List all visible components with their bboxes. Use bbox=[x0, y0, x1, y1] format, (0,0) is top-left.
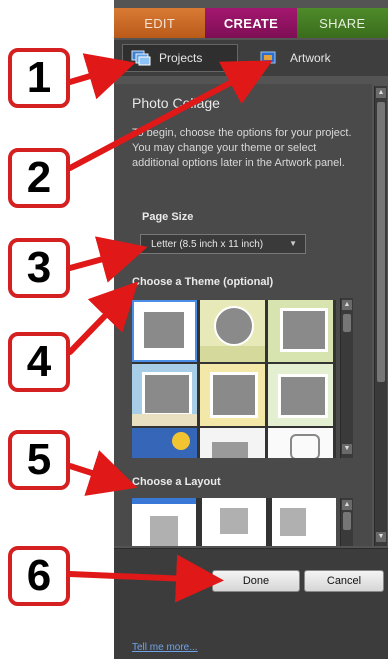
theme-grid bbox=[132, 300, 336, 458]
theme-label: Choose a Theme (optional) bbox=[132, 276, 274, 288]
intro-text: To begin, choose the options for your pr… bbox=[132, 127, 352, 169]
scroll-thumb[interactable] bbox=[343, 314, 351, 332]
tab-create[interactable]: CREATE bbox=[205, 8, 297, 38]
tab-edit[interactable]: EDIT bbox=[114, 8, 206, 38]
tell-me-more-link[interactable]: Tell me more... bbox=[132, 642, 198, 653]
scroll-down-icon[interactable]: ▼ bbox=[376, 532, 386, 542]
layout-scrollbar[interactable]: ▲ bbox=[340, 498, 353, 546]
theme-thumb[interactable] bbox=[268, 428, 333, 458]
done-button[interactable]: Done bbox=[212, 570, 300, 592]
scroll-thumb[interactable] bbox=[343, 512, 351, 530]
theme-thumb[interactable] bbox=[268, 364, 333, 426]
callout-6: 6 bbox=[8, 546, 70, 606]
theme-thumb[interactable] bbox=[268, 300, 333, 362]
projects-icon bbox=[131, 50, 151, 66]
layout-thumb[interactable] bbox=[132, 498, 196, 546]
callout-5: 5 bbox=[8, 430, 70, 490]
page-size-value: Letter (8.5 inch x 11 inch) bbox=[151, 238, 264, 250]
theme-thumb[interactable] bbox=[132, 300, 197, 362]
tab-share[interactable]: SHARE bbox=[296, 8, 388, 38]
layout-label: Choose a Layout bbox=[132, 476, 221, 488]
tab-artwork-label: Artwork bbox=[290, 51, 331, 65]
scroll-up-icon[interactable]: ▲ bbox=[376, 88, 386, 98]
layout-thumb[interactable] bbox=[272, 498, 336, 546]
chevron-down-icon: ▼ bbox=[289, 239, 297, 248]
theme-thumb[interactable] bbox=[132, 364, 197, 426]
layout-thumb[interactable] bbox=[202, 498, 266, 546]
theme-thumb[interactable] bbox=[200, 300, 265, 362]
callout-4: 4 bbox=[8, 332, 70, 392]
page-size-label: Page Size bbox=[142, 211, 194, 223]
artwork-icon bbox=[260, 51, 276, 65]
callout-1: 1 bbox=[8, 48, 70, 108]
mode-tabs: EDIT CREATE SHARE bbox=[114, 8, 388, 38]
cancel-button[interactable]: Cancel bbox=[304, 570, 384, 592]
tab-projects[interactable]: Projects bbox=[122, 44, 238, 72]
theme-scrollbar[interactable]: ▲ ▼ bbox=[340, 298, 353, 458]
tab-projects-label: Projects bbox=[159, 51, 203, 65]
scroll-up-icon[interactable]: ▲ bbox=[342, 500, 352, 510]
theme-thumb[interactable] bbox=[132, 428, 197, 458]
scroll-thumb[interactable] bbox=[377, 102, 385, 382]
scroll-up-icon[interactable]: ▲ bbox=[342, 300, 352, 310]
callout-2: 2 bbox=[8, 148, 70, 208]
sub-tabs: Projects Artwork bbox=[114, 40, 388, 76]
page-title: Photo Collage bbox=[132, 95, 220, 111]
tab-artwork[interactable]: Artwork bbox=[256, 44, 370, 72]
callout-3: 3 bbox=[8, 238, 70, 298]
theme-thumb[interactable] bbox=[200, 364, 265, 426]
page-size-select[interactable]: Letter (8.5 inch x 11 inch) ▼ bbox=[140, 234, 306, 254]
scroll-down-icon[interactable]: ▼ bbox=[342, 444, 352, 454]
layout-grid bbox=[132, 498, 336, 546]
theme-thumb[interactable] bbox=[200, 428, 265, 458]
panel-scrollbar[interactable]: ▲ ▼ bbox=[374, 86, 387, 546]
